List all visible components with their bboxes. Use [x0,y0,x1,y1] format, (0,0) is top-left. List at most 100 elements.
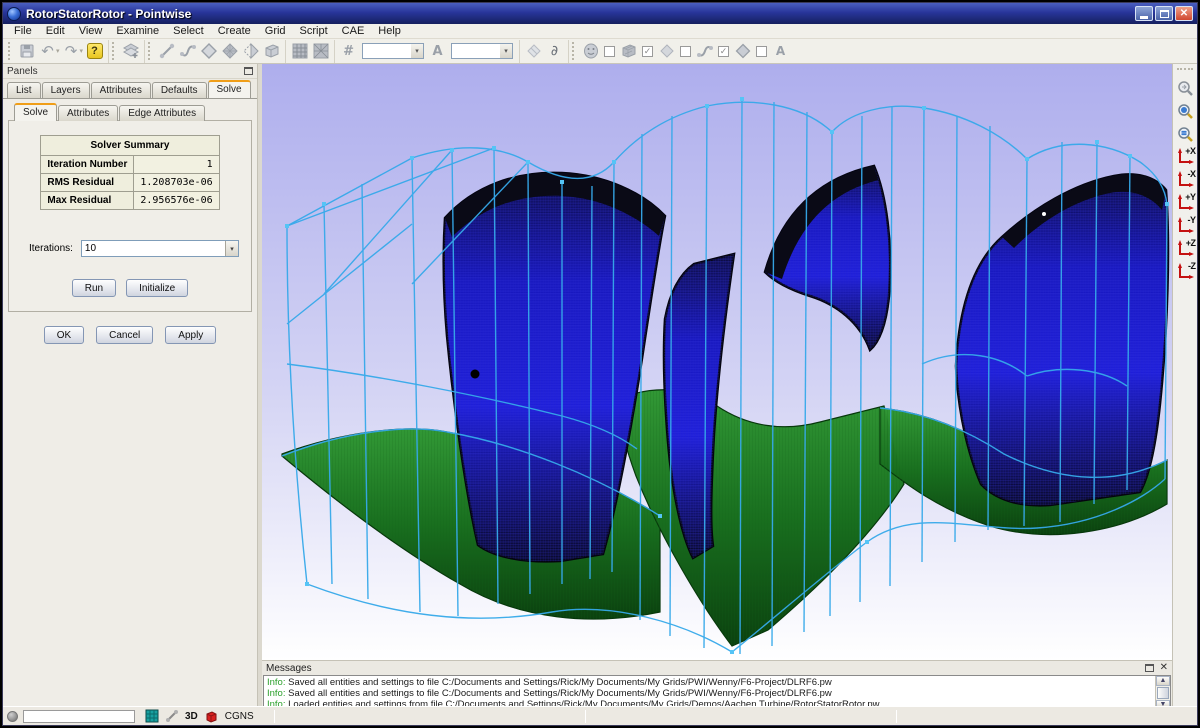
messages-float-icon[interactable] [1145,664,1154,672]
create-domain-icon[interactable] [198,41,219,62]
messages-header[interactable]: Messages ✕ [262,661,1172,675]
solver-summary-title: Solver Summary [41,136,219,156]
spacing-icon[interactable]: A [427,41,448,62]
minimize-button[interactable] [1135,6,1153,21]
scroll-up-icon[interactable]: ▲ [1156,676,1170,686]
mask-domain-icon[interactable] [656,41,677,62]
help-icon[interactable]: ? [84,41,105,62]
close-button[interactable]: ✕ [1175,6,1193,21]
view-toolbar-grip[interactable] [1177,68,1193,72]
mask-point-checkbox[interactable] [756,46,767,57]
cancel-button[interactable]: Cancel [96,326,153,344]
zoom-lines-icon[interactable] [1175,123,1196,144]
title-bar[interactable]: RotorStatorRotor - Pointwise ✕ [3,3,1197,24]
inner-tab-attributes[interactable]: Attributes [58,105,118,121]
view-plus-x-icon[interactable]: +X [1175,146,1196,167]
spacing-combobox[interactable]: ▾ [451,43,513,59]
view-minus-y-icon[interactable]: -Y [1175,215,1196,236]
run-button[interactable]: Run [72,279,116,297]
tab-defaults[interactable]: Defaults [152,82,207,98]
menu-view[interactable]: View [72,25,110,37]
panels-header[interactable]: Panels [3,64,257,79]
view-plus-y-icon[interactable]: +Y [1175,192,1196,213]
tab-attributes[interactable]: Attributes [91,82,151,98]
create-assembled-domain-icon[interactable] [219,41,240,62]
viewport-3d[interactable] [262,64,1172,660]
grid-mode-icon [145,709,159,723]
menu-cae[interactable]: CAE [335,25,372,37]
ok-button[interactable]: OK [44,326,84,344]
menu-grid[interactable]: Grid [258,25,293,37]
initialize-button[interactable]: Initialize [126,279,188,297]
dimension-icon[interactable]: # [338,41,359,62]
tab-solve[interactable]: Solve [208,80,251,98]
save-icon[interactable] [16,41,37,62]
status-bar: 3D CGNS [3,706,1197,725]
panels-float-icon[interactable] [244,67,253,75]
mask-connector-checkbox[interactable] [718,46,729,57]
view-plus-z-icon[interactable]: +Z [1175,238,1196,259]
grid-structured-icon[interactable] [289,41,310,62]
tab-list[interactable]: List [7,82,41,98]
inner-tab-edge-attributes[interactable]: Edge Attributes [119,105,205,121]
cae-solver-icon [204,709,219,724]
solve-icon[interactable] [523,41,544,62]
iterations-spin-arrow-icon[interactable]: ▾ [225,241,238,256]
layer-add-icon[interactable] [120,41,141,62]
mask-point-icon[interactable]: A [770,41,791,62]
messages-close-icon[interactable]: ✕ [1160,663,1168,673]
create-block-icon[interactable] [261,41,282,62]
grid-unstructured-icon[interactable] [310,41,331,62]
view-minus-x-icon[interactable]: -X [1175,169,1196,190]
undo-icon[interactable]: ↶ [37,41,58,62]
spacing-combo-arrow-icon[interactable]: ▾ [500,44,512,58]
scroll-thumb[interactable] [1157,687,1169,699]
iterations-spinner[interactable]: ▾ [81,240,239,257]
spacing-combo-value [452,44,500,58]
dimension-combo-value [363,44,411,58]
command-input[interactable] [23,710,135,723]
menu-select[interactable]: Select [166,25,211,37]
mask-face-checkbox[interactable] [604,46,615,57]
redo-icon[interactable]: ↷ [61,41,82,62]
zoom-sphere-icon[interactable] [1175,100,1196,121]
message-line: Info: Saved all entities and settings to… [267,688,1152,699]
desktop-frame: RotorStatorRotor - Pointwise ✕ File Edit… [0,0,1200,728]
mask-face-icon[interactable] [580,41,601,62]
mask-domain-checkbox[interactable] [680,46,691,57]
view-minus-z-icon[interactable]: -Z [1175,261,1196,282]
cae-solver-label: CGNS [225,711,254,722]
messages-scrollbar[interactable]: ▲ ▼ [1155,676,1170,709]
zoom-extents-icon[interactable] [1175,77,1196,98]
menu-help[interactable]: Help [371,25,408,37]
apply-button[interactable]: Apply [165,326,216,344]
iterations-input[interactable] [82,241,225,256]
app-icon [7,7,21,21]
toolbar-grip[interactable] [8,42,12,60]
restore-button[interactable] [1155,6,1173,21]
tab-layers[interactable]: Layers [42,82,90,98]
mask-connector-icon[interactable] [694,41,715,62]
selection-point[interactable] [471,370,480,379]
create-segment-icon[interactable] [156,41,177,62]
redo-dropdown-icon[interactable]: ▾ [80,47,84,55]
inner-tab-solve[interactable]: Solve [14,103,57,121]
connector-tool-icon [165,709,179,723]
derivative-icon[interactable]: ∂ [544,41,565,62]
dimension-combo-arrow-icon[interactable]: ▾ [411,44,423,58]
menu-examine[interactable]: Examine [109,25,166,37]
undo-dropdown-icon[interactable]: ▾ [56,47,60,55]
menu-create[interactable]: Create [211,25,258,37]
create-curve-icon[interactable] [177,41,198,62]
menu-file[interactable]: File [7,25,39,37]
view-toolbar: +X -X +Y -Y +Z -Z [1172,64,1197,706]
create-trim-icon[interactable] [240,41,261,62]
dimension-combobox[interactable]: ▾ [362,43,424,59]
menu-edit[interactable]: Edit [39,25,72,37]
mask-block-icon[interactable] [618,41,639,62]
mask-database-icon[interactable] [732,41,753,62]
menu-script[interactable]: Script [293,25,335,37]
mask-block-checkbox[interactable] [642,46,653,57]
panel-tabs: List Layers Attributes Defaults Solve [3,79,257,98]
menu-bar: File Edit View Examine Select Create Gri… [3,24,1197,39]
